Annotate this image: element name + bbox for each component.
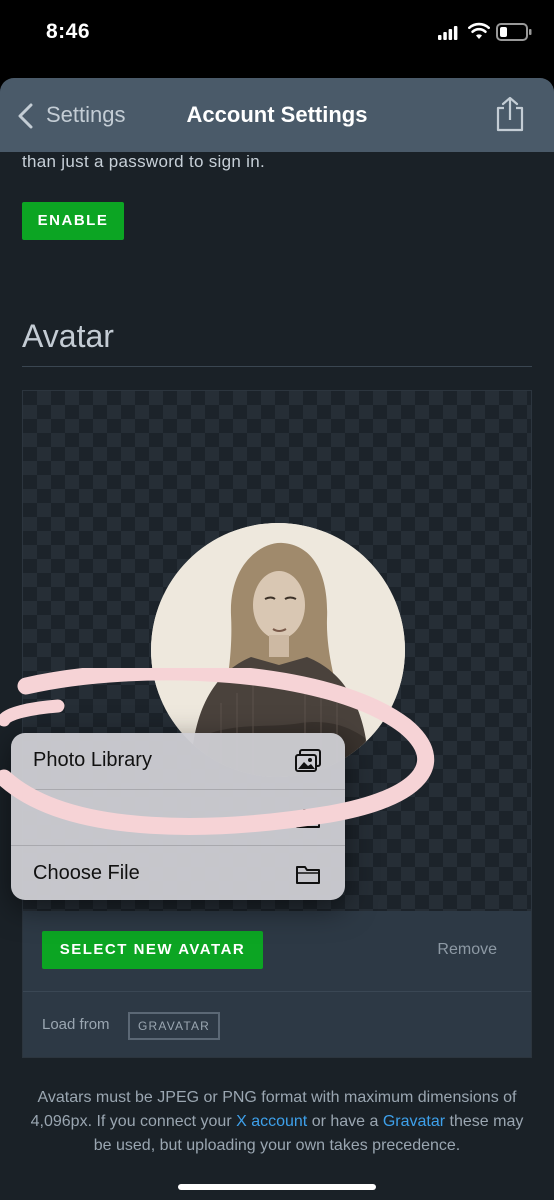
menu-item-photo-library[interactable]: Photo Library bbox=[11, 733, 345, 789]
folder-icon bbox=[296, 866, 320, 884]
avatar-help-text: Avatars must be JPEG or PNG format with … bbox=[30, 1086, 524, 1158]
load-from-row: Load from GRAVATAR bbox=[23, 991, 531, 1057]
help-text-part: Avatars must be bbox=[37, 1089, 158, 1106]
help-text-png: PNG bbox=[222, 1089, 257, 1106]
cellular-signal-icon bbox=[438, 26, 458, 40]
settings-content: than just a password to sign in. ENABLE … bbox=[0, 152, 554, 1200]
camera-icon bbox=[296, 809, 320, 828]
menu-item-label: Photo Library bbox=[33, 749, 152, 771]
section-divider bbox=[22, 366, 532, 367]
remove-avatar-link[interactable]: Remove bbox=[437, 941, 497, 959]
gravatar-link[interactable]: Gravatar bbox=[383, 1113, 445, 1130]
menu-item-label: Choose File bbox=[33, 862, 140, 884]
share-icon[interactable] bbox=[494, 96, 526, 132]
avatar-section-heading: Avatar bbox=[22, 318, 114, 354]
help-text-jpeg: JPEG bbox=[157, 1089, 200, 1106]
photo-library-icon bbox=[295, 749, 321, 772]
avatar-controls: SELECT NEW AVATAR Remove bbox=[23, 911, 531, 991]
status-bar: 8:46 bbox=[0, 0, 554, 72]
navigation-bar: Settings Account Settings bbox=[0, 78, 554, 152]
load-from-label: Load from bbox=[42, 1016, 110, 1033]
account-settings-sheet: Settings Account Settings than just a pa… bbox=[0, 78, 554, 1200]
page-title: Account Settings bbox=[186, 102, 368, 127]
image-source-menu: Photo Library Choose File bbox=[11, 733, 345, 900]
x-account-link[interactable]: X account bbox=[236, 1113, 307, 1130]
menu-item-choose-file[interactable]: Choose File bbox=[11, 845, 345, 900]
battery-icon bbox=[496, 23, 532, 41]
help-text-part: or have a bbox=[307, 1113, 383, 1130]
status-time: 8:46 bbox=[46, 20, 91, 43]
gravatar-button[interactable]: GRAVATAR bbox=[128, 1012, 221, 1040]
menu-item-take-photo[interactable] bbox=[11, 789, 345, 846]
select-new-avatar-button[interactable]: SELECT NEW AVATAR bbox=[42, 931, 263, 969]
enable-two-factor-button[interactable]: ENABLE bbox=[22, 202, 124, 240]
help-text-part: or bbox=[199, 1089, 223, 1106]
two-factor-description: than just a password to sign in. bbox=[22, 152, 266, 171]
wifi-icon bbox=[468, 22, 490, 39]
avatar-card: SELECT NEW AVATAR Remove Load from GRAVA… bbox=[22, 390, 532, 1058]
home-indicator[interactable] bbox=[178, 1184, 376, 1190]
